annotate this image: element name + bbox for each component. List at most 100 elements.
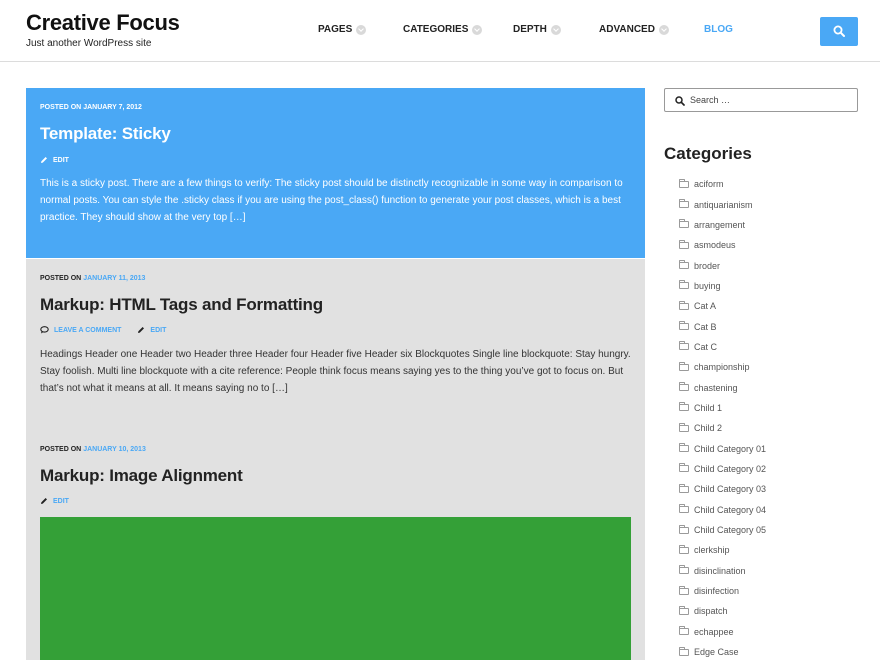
posted-on-label: POSTED ON	[40, 104, 82, 111]
category-label: Child 2	[694, 423, 723, 434]
folder-icon	[679, 483, 689, 493]
folder-icon	[679, 524, 689, 534]
nav-item-blog[interactable]: BLOG	[704, 24, 733, 35]
folder-icon	[679, 341, 689, 351]
category-label: chastening	[694, 382, 738, 393]
folder-icon	[679, 463, 689, 473]
folder-icon	[679, 361, 689, 371]
category-label: championship	[694, 362, 750, 373]
search-toggle-button[interactable]	[820, 17, 858, 46]
category-label: Child 1	[694, 402, 723, 413]
edit-label: EDIT	[53, 497, 69, 505]
nav-item-categories[interactable]: CATEGORIES	[403, 24, 483, 35]
search-input[interactable]	[690, 93, 850, 107]
post-date[interactable]: JANUARY 10, 2013	[83, 446, 146, 453]
category-item[interactable]: Child Category 01	[679, 438, 766, 458]
category-item[interactable]: championship	[679, 357, 766, 377]
pencil-icon	[41, 498, 47, 504]
edit-link[interactable]: EDIT	[40, 156, 69, 164]
post-title[interactable]: Template: Sticky	[40, 124, 171, 144]
category-label: Child Category 05	[694, 525, 767, 536]
category-label: Child Category 01	[694, 443, 767, 454]
category-item[interactable]: disinclination	[679, 561, 766, 581]
comment-icon	[40, 326, 49, 334]
category-item[interactable]: Child Category 03	[679, 479, 766, 499]
category-item[interactable]: Child 2	[679, 418, 766, 438]
site-header: Creative Focus Just another WordPress si…	[0, 0, 880, 62]
nav-label: BLOG	[704, 24, 733, 35]
category-item[interactable]: aciform	[679, 174, 766, 194]
category-label: antiquarianism	[694, 199, 753, 210]
folder-icon	[679, 504, 689, 514]
folder-icon	[679, 219, 689, 229]
categories-widget-title: Categories	[664, 144, 752, 163]
post-actions: EDIT	[40, 497, 85, 505]
category-item[interactable]: broder	[679, 255, 766, 275]
category-item[interactable]: disinfection	[679, 581, 766, 601]
category-item[interactable]: arrangement	[679, 215, 766, 235]
category-label: disinclination	[694, 565, 746, 576]
category-label: Child Category 04	[694, 504, 767, 515]
folder-icon	[679, 382, 689, 392]
search-icon	[675, 96, 685, 106]
nav-item-advanced[interactable]: ADVANCED	[599, 24, 669, 35]
post-html-tags: POSTED ON JANUARY 11, 2013 Markup: HTML …	[26, 259, 645, 430]
category-item[interactable]: Child Category 04	[679, 500, 766, 520]
category-item[interactable]: echappee	[679, 622, 766, 642]
category-item[interactable]: Child Category 05	[679, 520, 766, 540]
category-item[interactable]: Cat B	[679, 316, 766, 336]
post-featured-image[interactable]	[40, 517, 631, 660]
category-item[interactable]: chastening	[679, 377, 766, 397]
category-item[interactable]: asmodeus	[679, 235, 766, 255]
nav-label: CATEGORIES	[403, 24, 469, 35]
post-meta: POSTED ON JANUARY 10, 2013	[40, 446, 146, 453]
folder-icon	[679, 565, 689, 575]
nav-label: PAGES	[318, 24, 353, 35]
post-title[interactable]: Markup: Image Alignment	[40, 466, 243, 486]
folder-icon	[679, 178, 689, 188]
category-item[interactable]: clerkship	[679, 540, 766, 560]
comment-link[interactable]: LEAVE A COMMENT	[40, 326, 121, 334]
folder-icon	[679, 443, 689, 453]
category-item[interactable]: buying	[679, 276, 766, 296]
post-sticky: POSTED ON JANUARY 7, 2012 Template: Stic…	[26, 88, 645, 258]
category-item[interactable]: Cat A	[679, 296, 766, 316]
folder-icon	[679, 199, 689, 209]
folder-icon	[679, 585, 689, 595]
folder-icon	[679, 422, 689, 432]
post-excerpt: This is a sticky post. There are a few t…	[40, 178, 623, 223]
edit-label: EDIT	[150, 326, 167, 334]
site-title[interactable]: Creative Focus	[26, 10, 180, 36]
chevron-down-icon	[658, 24, 669, 35]
pencil-icon	[41, 157, 47, 163]
search-icon	[833, 25, 845, 37]
post-date[interactable]: JANUARY 7, 2012	[83, 104, 142, 111]
folder-icon	[679, 646, 689, 656]
posted-on-label: POSTED ON	[40, 446, 82, 453]
category-item[interactable]: Edge Case	[679, 642, 766, 660]
edit-label: EDIT	[53, 156, 69, 164]
category-item[interactable]: Cat C	[679, 337, 766, 357]
category-item[interactable]: antiquarianism	[679, 194, 766, 214]
nav-item-pages[interactable]: PAGES	[318, 24, 367, 35]
category-label: Cat A	[694, 301, 717, 312]
post-title[interactable]: Markup: HTML Tags and Formatting	[40, 295, 323, 315]
chevron-down-icon	[472, 24, 483, 35]
category-item[interactable]: Child Category 02	[679, 459, 766, 479]
folder-icon	[679, 280, 689, 290]
category-label: aciform	[694, 179, 724, 190]
nav-item-depth[interactable]: DEPTH	[513, 24, 561, 35]
category-item[interactable]: dispatch	[679, 601, 766, 621]
edit-link[interactable]: EDIT	[137, 326, 166, 334]
category-label: asmodeus	[694, 240, 736, 251]
category-item[interactable]: Child 1	[679, 398, 766, 418]
post-date[interactable]: JANUARY 11, 2013	[83, 275, 145, 282]
category-label: echappee	[694, 626, 734, 637]
post-actions: EDIT	[40, 156, 85, 164]
folder-icon	[679, 260, 689, 270]
category-label: broder	[694, 260, 721, 271]
post-excerpt: Headings Header one Header two Header th…	[40, 349, 631, 394]
edit-link[interactable]: EDIT	[40, 497, 69, 505]
post-meta: POSTED ON JANUARY 7, 2012	[40, 104, 142, 111]
comment-label: LEAVE A COMMENT	[54, 326, 122, 334]
